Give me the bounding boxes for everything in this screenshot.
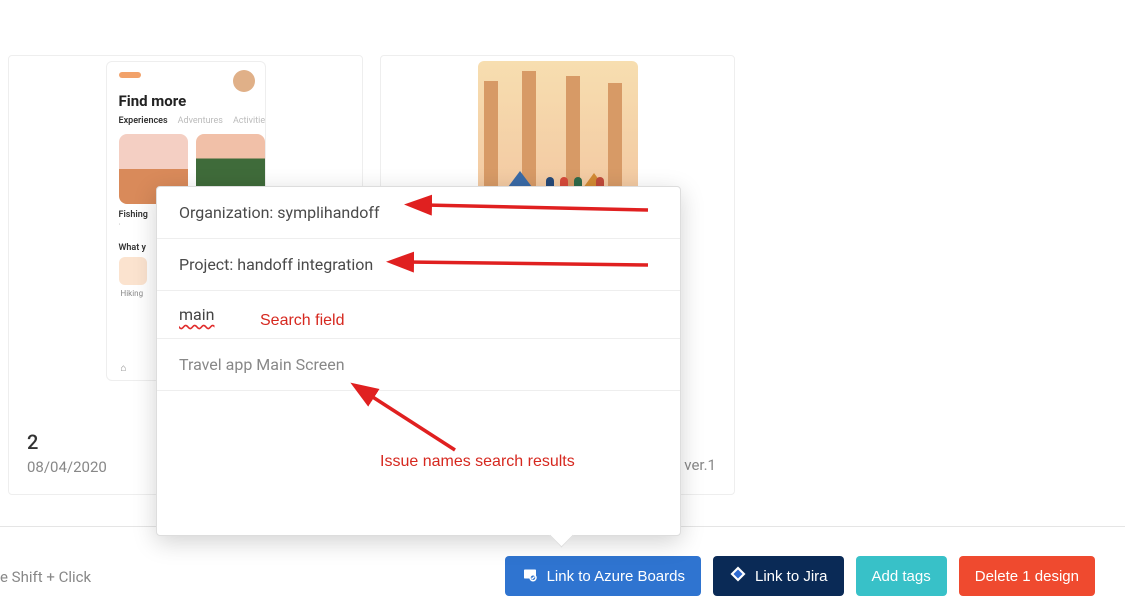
annotation-search-field: Search field (260, 312, 345, 330)
action-bar: Link to Azure Boards Link to Jira Add ta… (505, 556, 1095, 596)
search-query-text: main (179, 305, 214, 324)
card-number: 2 (27, 430, 107, 454)
card-date: 08/04/2020 (27, 458, 107, 476)
azure-boards-icon (521, 565, 539, 587)
link-azure-boards-button[interactable]: Link to Azure Boards (505, 556, 701, 596)
card-version: ver.1 (684, 456, 716, 474)
project-row[interactable]: Project: handoff integration (157, 239, 680, 291)
jira-icon (729, 565, 747, 587)
home-icon: ⌂ (121, 363, 127, 374)
search-result-item[interactable]: Travel app Main Screen (157, 339, 680, 391)
annotation-results: Issue names search results (380, 453, 575, 471)
search-input[interactable]: main (157, 291, 680, 339)
organization-row[interactable]: Organization: symplihandoff (157, 187, 680, 239)
shortcut-hint: e Shift + Click (0, 568, 91, 586)
card-meta: 2 08/04/2020 (27, 430, 107, 476)
link-jira-button[interactable]: Link to Jira (713, 556, 844, 596)
thumb-title: Find more (119, 92, 265, 110)
add-tags-button[interactable]: Add tags (856, 556, 947, 596)
link-issue-dropdown: Organization: symplihandoff Project: han… (156, 186, 681, 536)
delete-design-button[interactable]: Delete 1 design (959, 556, 1095, 596)
